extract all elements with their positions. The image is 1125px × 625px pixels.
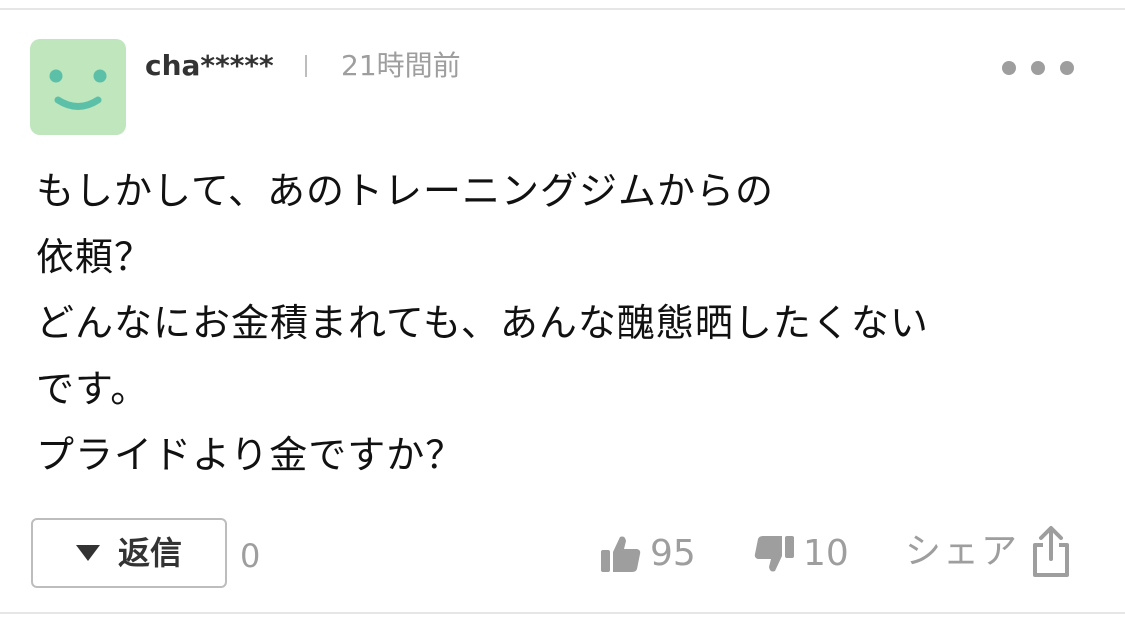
share-button[interactable]: シェア [905, 524, 1073, 580]
thumbs-up-icon [601, 536, 641, 572]
username[interactable]: cha***** [145, 46, 274, 86]
like-count: 95 [650, 533, 696, 574]
reply-button[interactable]: 返信 [31, 518, 227, 588]
comment-line: もしかして、あのトレーニングジムからの [36, 169, 774, 213]
reply-label: 返信 [117, 534, 182, 572]
like-button[interactable]: 95 [600, 532, 696, 576]
avatar[interactable] [30, 39, 126, 135]
more-options-button[interactable] [1002, 52, 1074, 84]
more-dots-icon [1060, 61, 1074, 75]
smiley-face-icon [49, 69, 107, 110]
more-dots-icon [1031, 61, 1045, 75]
thumbs-down-icon [754, 536, 794, 572]
reply-count: 0 [240, 537, 261, 575]
comment-line: どんなにお金積まれても、あんな醜態晒したくない [36, 301, 929, 345]
triangle-down-icon [75, 545, 100, 561]
comment-line: です。 [36, 367, 150, 411]
bottom-divider [0, 612, 1125, 625]
share-icon [1033, 526, 1070, 577]
timestamp: 21時間前 [341, 49, 461, 82]
dislike-count: 10 [803, 533, 849, 574]
comment-line: 依頼？ [36, 235, 154, 279]
share-label: シェア [905, 531, 1020, 572]
top-divider [0, 0, 1125, 10]
comment-line: プライドより金ですか？ [36, 433, 465, 477]
more-dots-icon [1002, 61, 1016, 75]
dislike-button[interactable]: 10 [753, 532, 849, 576]
comment-body: もしかして、あのトレーニングジムからの 依頼？ どんなにお金積まれても、あんな醜… [36, 158, 1096, 488]
header-divider [305, 55, 307, 77]
